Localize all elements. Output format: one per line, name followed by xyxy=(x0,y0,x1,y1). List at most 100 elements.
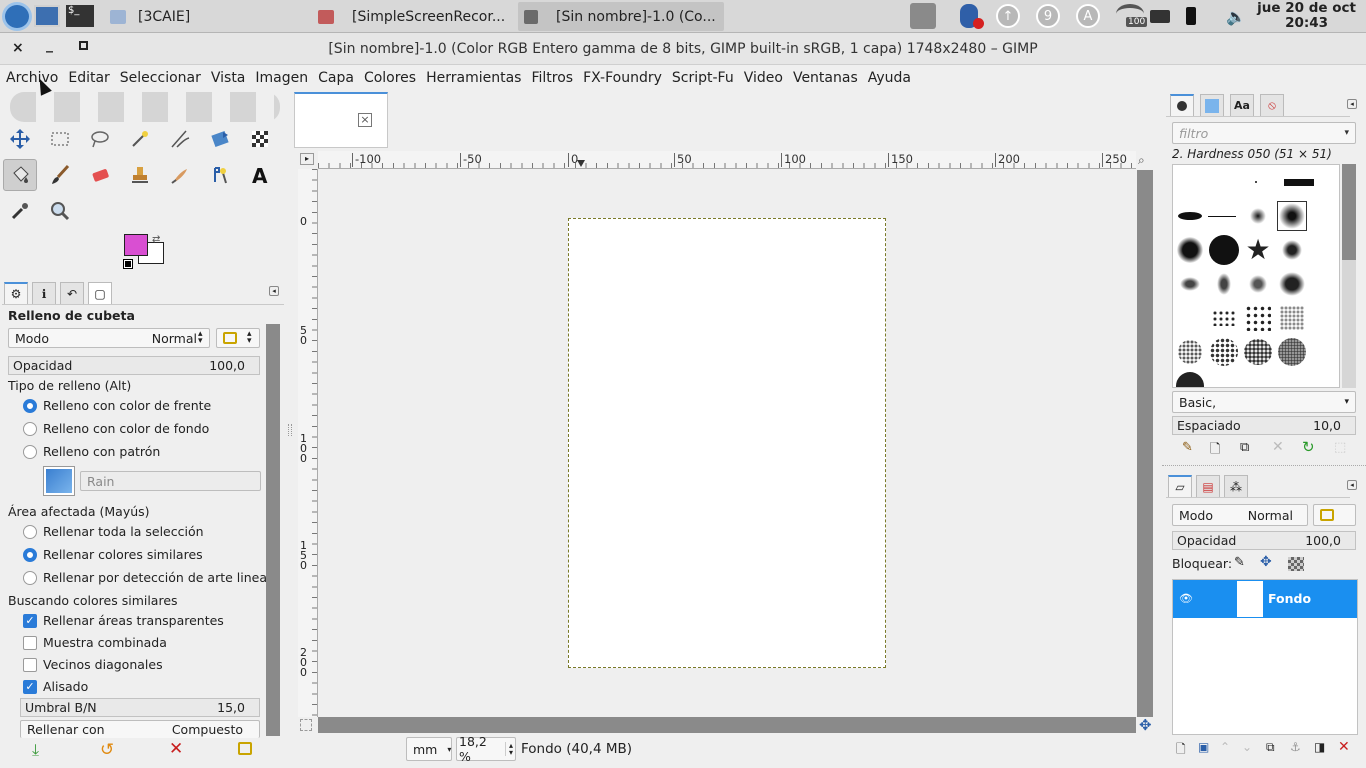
brush-texture-1[interactable] xyxy=(1175,337,1205,367)
clock[interactable]: jue 20 de oct 20:43 xyxy=(1257,1,1356,31)
brush-as-image-icon[interactable]: ⬚ xyxy=(1334,440,1346,455)
perspective-clone-tool-icon[interactable] xyxy=(243,123,277,155)
delete-options-icon[interactable]: ✕ xyxy=(169,739,183,759)
new-layer-group-icon[interactable]: ▣ xyxy=(1198,740,1209,754)
brush-texture-3[interactable] xyxy=(1243,337,1273,367)
dock-separator[interactable] xyxy=(1162,465,1366,470)
brush-hardness-050[interactable] xyxy=(1277,201,1307,231)
delete-brush-icon[interactable]: ✕ xyxy=(1272,439,1284,455)
fill-transparent-label[interactable]: Rellenar áreas transparentes xyxy=(43,613,224,628)
fill-fg-radio[interactable] xyxy=(23,399,37,413)
fill-pattern-radio[interactable] xyxy=(23,445,37,459)
move-tool-icon[interactable] xyxy=(3,123,37,155)
brush-soft-small[interactable] xyxy=(1243,201,1273,231)
reset-options-icon[interactable] xyxy=(238,742,252,755)
patterns-tab-icon[interactable] xyxy=(1200,94,1224,116)
layers-dock-menu-icon[interactable]: ◂ xyxy=(1347,480,1357,490)
menu-video[interactable]: Video xyxy=(744,70,783,86)
brush-pixel[interactable] xyxy=(1241,167,1271,197)
lock-position-icon[interactable]: ✥ xyxy=(1260,554,1272,570)
fill-fg-label[interactable]: Relleno con color de frente xyxy=(43,398,211,413)
fill-bg-label[interactable]: Relleno con color de fondo xyxy=(43,421,209,436)
brush-texture-4[interactable] xyxy=(1277,337,1307,367)
area-all-label[interactable]: Rellenar toda la selección xyxy=(43,524,204,539)
brush-star[interactable]: ★ xyxy=(1243,235,1273,265)
dock-menu-icon[interactable]: ◂ xyxy=(269,286,279,296)
toggle-quick-mask-icon[interactable] xyxy=(300,719,312,731)
brush-splatter-2[interactable] xyxy=(1175,269,1205,299)
duplicate-layer-icon[interactable]: ⧉ xyxy=(1266,740,1275,755)
color-picker-tool-icon[interactable] xyxy=(3,195,37,227)
area-similar-radio[interactable] xyxy=(23,548,37,562)
anchor-layer-icon[interactable]: ⚓ xyxy=(1290,740,1301,754)
brush-texture-2[interactable] xyxy=(1209,337,1239,367)
brush-grid-scrollbar[interactable] xyxy=(1342,164,1356,388)
pattern-name-field[interactable]: Rain xyxy=(80,471,261,491)
foreground-color-swatch[interactable] xyxy=(124,234,148,256)
transform-tool-icon[interactable] xyxy=(203,123,237,155)
menu-herramientas[interactable]: Herramientas xyxy=(426,70,521,86)
images-tab-icon[interactable]: ▢ xyxy=(88,282,112,304)
layer-name[interactable]: Fondo xyxy=(1268,591,1311,606)
volume-icon[interactable]: 🔈 xyxy=(1226,7,1246,26)
taskbar-task-gimp[interactable]: [Sin nombre]-1.0 (Co... xyxy=(518,2,724,31)
menu-filtros[interactable]: Filtros xyxy=(531,70,573,86)
text-tool-icon[interactable]: A xyxy=(243,159,277,191)
brushes-tab-icon[interactable] xyxy=(1170,94,1194,116)
brush-grid[interactable]: ★ xyxy=(1172,164,1340,388)
lock-pixels-icon[interactable]: ✎ xyxy=(1234,555,1245,570)
close-image-tab-icon[interactable]: × xyxy=(358,113,372,127)
lower-layer-icon[interactable]: ⌄ xyxy=(1242,740,1252,754)
opacity-slider[interactable]: Opacidad 100,0 xyxy=(8,356,260,375)
tool-options-scrollbar[interactable] xyxy=(266,324,280,736)
quick-mask-menu-icon[interactable]: ▸ xyxy=(300,153,314,165)
default-colors-icon[interactable] xyxy=(123,259,133,269)
refresh-brushes-icon[interactable]: ↻ xyxy=(1302,438,1315,456)
canvas-vertical-scrollbar[interactable] xyxy=(1137,170,1153,717)
brush-hard-circle[interactable] xyxy=(1209,235,1239,265)
brush-block[interactable] xyxy=(1277,167,1321,197)
mode-select[interactable]: Modo Normal xyxy=(8,328,210,348)
paintbrush-tool-icon[interactable] xyxy=(43,159,77,191)
delete-layer-icon[interactable]: ✕ xyxy=(1338,739,1350,755)
area-all-radio[interactable] xyxy=(23,525,37,539)
menu-imagen[interactable]: Imagen xyxy=(255,70,308,86)
layer-visibility-eye-icon[interactable]: 👁 xyxy=(1179,592,1193,605)
menu-colores[interactable]: Colores xyxy=(364,70,416,86)
taskbar-task-3caie[interactable]: [3CAIE] xyxy=(106,2,304,31)
lasso-tool-icon[interactable] xyxy=(83,123,117,155)
diagonal-neighbors-label[interactable]: Vecinos diagonales xyxy=(43,657,163,672)
brush-dots-2[interactable] xyxy=(1243,303,1273,333)
show-desktop-icon[interactable] xyxy=(34,5,60,27)
area-lineart-label[interactable]: Rellenar por detección de arte lineal xyxy=(43,570,270,585)
sample-merged-checkbox[interactable] xyxy=(23,636,37,650)
area-lineart-radio[interactable] xyxy=(23,571,37,585)
panel-resize-handle[interactable] xyxy=(288,424,292,436)
rect-select-tool-icon[interactable] xyxy=(43,123,77,155)
device-status-tab-icon[interactable]: ℹ xyxy=(32,282,56,304)
keyboard-layout-icon[interactable]: A xyxy=(1076,4,1100,28)
brush-dots-1[interactable] xyxy=(1209,303,1239,333)
pattern-preview-button[interactable] xyxy=(43,466,75,496)
clone-stamp-tool-icon[interactable] xyxy=(123,159,157,191)
fill-pattern-label[interactable]: Relleno con patrón xyxy=(43,444,160,459)
bucket-fill-tool-icon[interactable] xyxy=(3,159,37,191)
eraser-tool-icon[interactable] xyxy=(83,159,117,191)
edit-brush-icon[interactable]: ✎ xyxy=(1182,440,1193,455)
duplicate-brush-icon[interactable]: ⧉ xyxy=(1240,440,1249,455)
area-similar-label[interactable]: Rellenar colores similares xyxy=(43,547,203,562)
fuzzy-select-tool-icon[interactable] xyxy=(123,123,157,155)
fill-with-select[interactable]: Rellenar con Compuesto xyxy=(20,720,260,738)
swap-colors-icon[interactable]: ⇄ xyxy=(152,234,160,245)
horizontal-ruler[interactable]: -100 -50 0 50 100 150 200 250 xyxy=(318,151,1136,169)
brush-splatter-5[interactable] xyxy=(1277,269,1307,299)
threshold-slider[interactable]: Umbral B/N 15,0 xyxy=(20,698,260,717)
raise-layer-icon[interactable]: ⌃ xyxy=(1220,740,1230,754)
sample-merged-label[interactable]: Muestra combinada xyxy=(43,635,167,650)
canvas-horizontal-scrollbar[interactable] xyxy=(318,717,1136,733)
brush-filter-input[interactable]: filtro ▾ xyxy=(1172,122,1356,144)
antialias-checkbox[interactable]: ✓ xyxy=(23,680,37,694)
fonts-tab-icon[interactable]: Aa xyxy=(1230,94,1254,116)
image-tab[interactable]: × xyxy=(294,92,388,148)
layers-tab-icon[interactable]: ▱ xyxy=(1168,475,1192,497)
